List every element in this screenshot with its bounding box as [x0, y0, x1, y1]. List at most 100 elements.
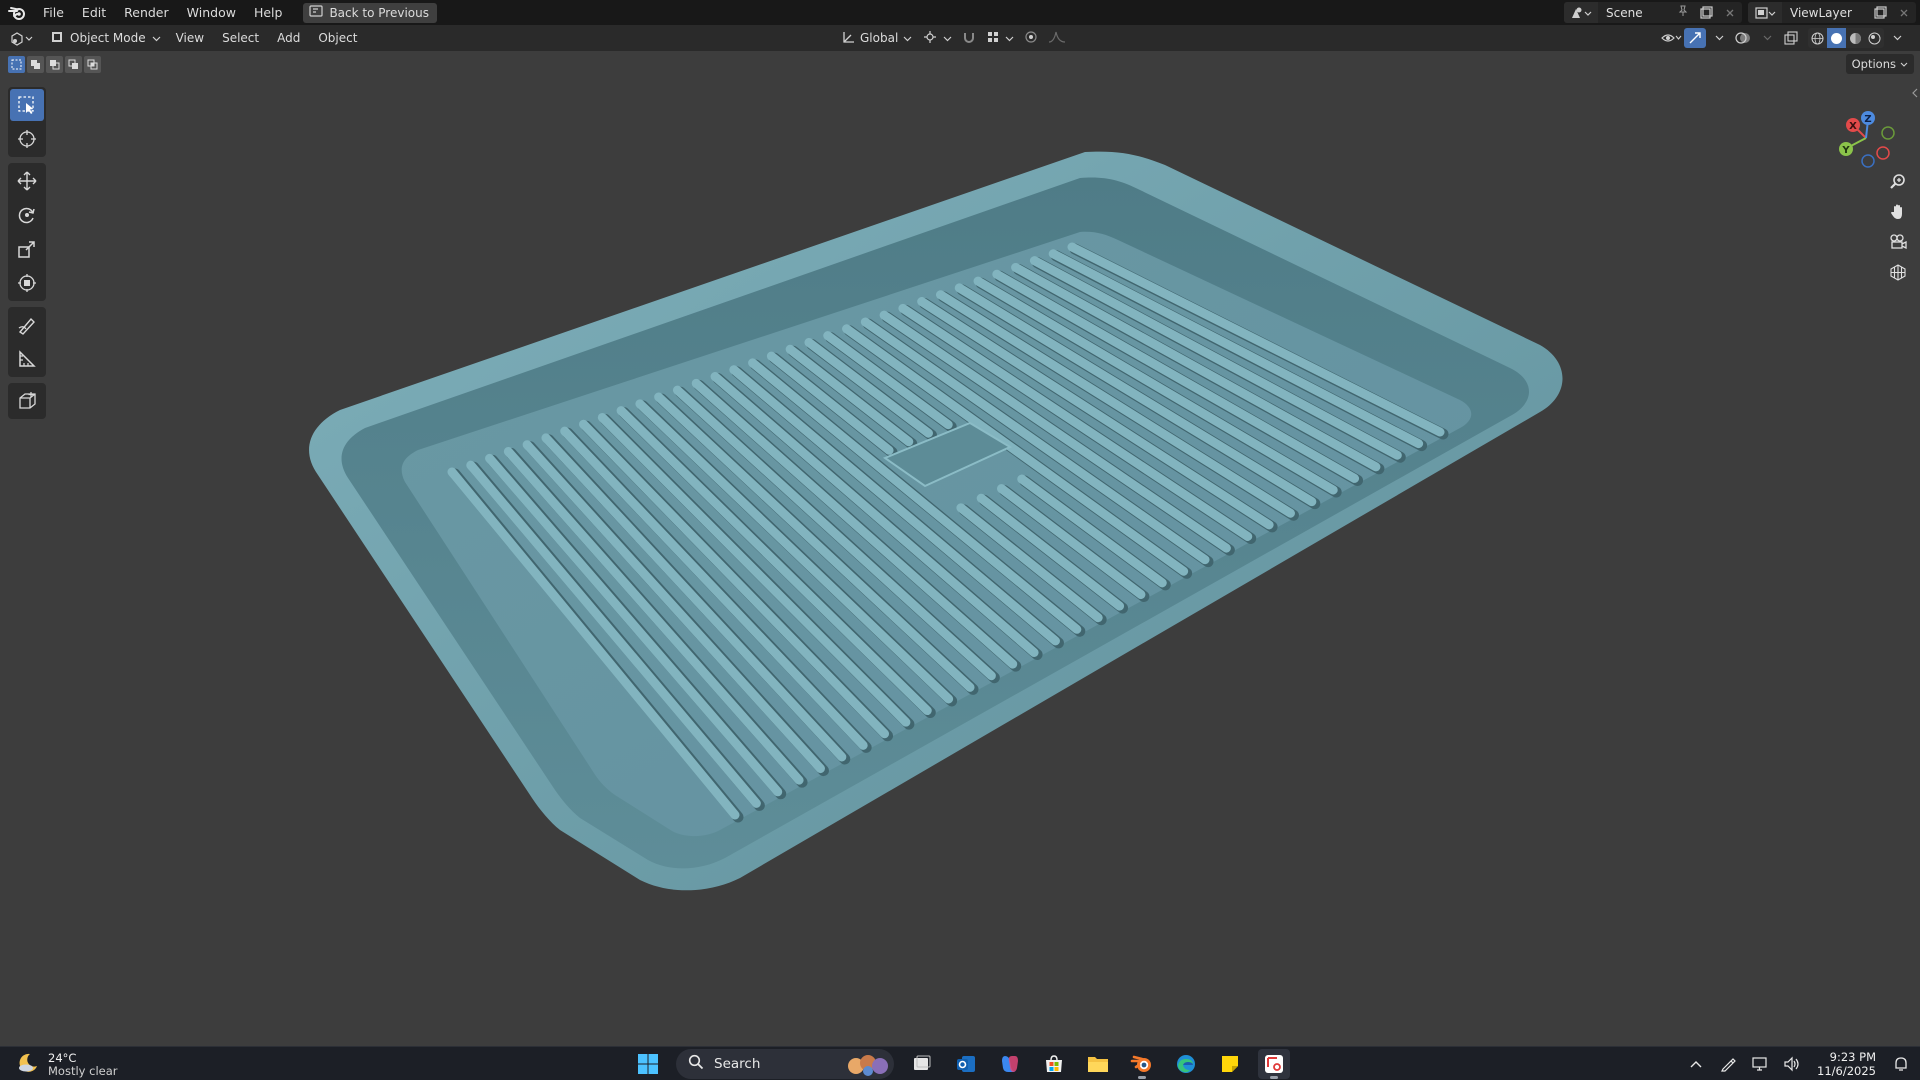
select-invert-icon[interactable] [65, 56, 82, 73]
scene-icon[interactable] [1564, 2, 1598, 23]
pan-hand-icon[interactable] [1884, 199, 1912, 225]
transform-tool-icon[interactable] [10, 267, 44, 299]
volume-icon[interactable] [1781, 1053, 1803, 1075]
wireframe-shading-icon[interactable] [1808, 28, 1827, 48]
cursor-tool-icon[interactable] [10, 123, 44, 155]
view-layer-name: ViewLayer [1790, 5, 1852, 20]
menu-window[interactable]: Window [178, 0, 245, 25]
view-layer-icon[interactable] [1748, 2, 1782, 23]
select-subtract-icon[interactable] [46, 56, 63, 73]
chevron-down-icon [903, 31, 912, 45]
zoom-icon[interactable] [1884, 169, 1912, 195]
view-layer-selector[interactable]: ViewLayer [1748, 2, 1916, 23]
snipping-tool-icon[interactable] [1258, 1049, 1290, 1079]
3d-viewport[interactable]: Options X Y Z [0, 51, 1920, 1046]
select-box-tool-icon[interactable] [10, 89, 44, 121]
folder-icon[interactable] [1082, 1049, 1114, 1079]
ortho-grid-icon[interactable] [1884, 259, 1912, 285]
xray-toggle[interactable] [1780, 28, 1802, 48]
measure-tool-icon[interactable] [10, 343, 44, 375]
outlook-icon[interactable] [950, 1049, 982, 1079]
chevron-down-icon [1005, 31, 1014, 45]
proportional-editing-toggle[interactable] [1021, 28, 1041, 48]
screen-back-icon [309, 5, 324, 20]
chevron-down-icon [152, 31, 161, 45]
pin-icon[interactable] [1678, 5, 1688, 20]
weather-widget[interactable]: 24°C Mostly clear [16, 1051, 117, 1078]
select-new-icon[interactable] [8, 56, 25, 73]
snap-toggle[interactable] [959, 28, 979, 48]
search-label: Search [714, 1056, 761, 1072]
add-cube-tool-icon[interactable] [10, 385, 44, 417]
transform-orientation-selector[interactable]: Global [838, 28, 915, 48]
pen-icon[interactable] [1717, 1053, 1739, 1075]
store-icon[interactable] [1038, 1049, 1070, 1079]
system-clock[interactable]: 9:23 PM 11/6/2025 [1817, 1050, 1876, 1078]
delete-view-layer-icon[interactable] [1892, 2, 1916, 23]
menu-help[interactable]: Help [245, 0, 292, 25]
pivot-point-selector[interactable] [919, 28, 955, 48]
notification-icon[interactable] [1890, 1053, 1912, 1075]
navigation-gizmo[interactable]: X Y Z [1820, 93, 1900, 173]
clock-time: 9:23 PM [1829, 1050, 1876, 1064]
rotate-tool-icon[interactable] [10, 199, 44, 231]
snap-grid-icon [986, 30, 1000, 47]
overlays-dropdown[interactable] [1756, 28, 1778, 48]
menu-edit[interactable]: Edit [73, 0, 115, 25]
task-view-icon[interactable] [906, 1049, 938, 1079]
blender-icon[interactable] [1126, 1049, 1158, 1079]
rendered-shading-icon[interactable] [1865, 28, 1884, 48]
transform-controls: Global [838, 25, 1069, 51]
windows-start-icon[interactable] [632, 1049, 664, 1079]
menu-view[interactable]: View [167, 31, 213, 45]
svg-text:X: X [1849, 121, 1857, 132]
view-layer-field[interactable]: ViewLayer [1782, 6, 1868, 20]
options-button[interactable]: Options [1845, 54, 1914, 74]
menu-render[interactable]: Render [115, 0, 178, 25]
scene-name-field[interactable]: Scene [1598, 5, 1694, 20]
menu-object[interactable]: Object [309, 31, 366, 45]
overlays-toggle[interactable] [1732, 28, 1754, 48]
back-to-previous-button[interactable]: Back to Previous [303, 2, 437, 23]
sticky-notes-icon[interactable] [1214, 1049, 1246, 1079]
chevron-up-icon[interactable] [1685, 1053, 1707, 1075]
move-tool-icon[interactable] [10, 165, 44, 197]
network-icon[interactable] [1749, 1053, 1771, 1075]
collapse-sidebar-icon[interactable] [1912, 87, 1918, 101]
snap-target-selector[interactable] [983, 28, 1017, 48]
menu-add[interactable]: Add [268, 31, 309, 45]
search-icon [688, 1054, 704, 1074]
gizmo-dropdown[interactable] [1708, 28, 1730, 48]
blender-logo-icon[interactable] [0, 0, 34, 25]
mode-selector[interactable]: Object Mode [44, 28, 167, 48]
copilot-icon[interactable] [994, 1049, 1026, 1079]
menu-select[interactable]: Select [213, 31, 268, 45]
system-tray: 9:23 PM 11/6/2025 [1685, 1047, 1912, 1080]
select-extend-icon[interactable] [27, 56, 44, 73]
scale-tool-icon[interactable] [10, 233, 44, 265]
shading-dropdown[interactable] [1886, 28, 1908, 48]
menu-file[interactable]: File [34, 0, 73, 25]
editor-type-button[interactable] [0, 25, 44, 51]
edge-icon[interactable] [1170, 1049, 1202, 1079]
falloff-selector[interactable] [1045, 28, 1069, 48]
scene-selector[interactable]: Scene [1564, 2, 1742, 23]
svg-text:Z: Z [1864, 114, 1871, 125]
select-intersect-icon[interactable] [84, 56, 101, 73]
selection-mode-buttons [8, 56, 101, 73]
blender-window: File Edit Render Window Help Back to Pre… [0, 0, 1920, 1080]
tray-mesh[interactable] [0, 51, 1920, 1046]
mode-label: Object Mode [70, 31, 146, 45]
new-view-layer-icon[interactable] [1868, 2, 1892, 23]
gizmo-toggle[interactable] [1684, 28, 1706, 48]
material-shading-icon[interactable] [1846, 28, 1865, 48]
visibility-selector[interactable] [1660, 28, 1682, 48]
annotate-tool-icon[interactable] [10, 309, 44, 341]
solid-shading-icon[interactable] [1827, 28, 1846, 48]
taskbar-apps: Search [632, 1049, 1290, 1079]
camera-view-icon[interactable] [1884, 229, 1912, 255]
taskbar-search[interactable]: Search [676, 1049, 894, 1079]
new-scene-icon[interactable] [1694, 2, 1718, 23]
delete-scene-icon[interactable] [1718, 2, 1742, 23]
windows-taskbar: 24°C Mostly clear Search 9:23 PM 11/6/20… [0, 1046, 1920, 1080]
